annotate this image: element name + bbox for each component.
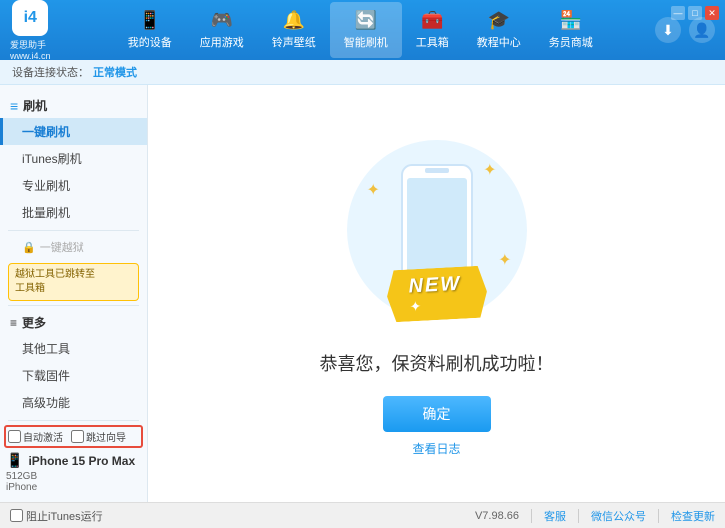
- sparkle-icon-1: ✦: [483, 160, 496, 180]
- wechat-link[interactable]: 微信公众号: [591, 508, 646, 524]
- main-navigation: 📱 我的设备 🎮 应用游戏 🔔 铃声壁纸 🔄 智能刷机 🧰 工具箱 🎓 教程中心…: [66, 2, 655, 58]
- sidebar-item-batch-flash[interactable]: 批量刷机: [0, 199, 147, 226]
- auto-activate-label: 自动激活: [23, 429, 63, 444]
- itunes-checkbox-input[interactable]: [10, 509, 23, 522]
- nav-tutorials[interactable]: 🎓 教程中心: [463, 2, 535, 58]
- itunes-checkbox[interactable]: 阻止iTunes运行: [10, 508, 103, 524]
- status-bar-left: 阻止iTunes运行: [10, 508, 465, 524]
- sparkle-icon-2: ✦: [367, 180, 380, 200]
- app-logo: i4 爱思助手 www.i4.cn: [10, 0, 51, 61]
- logo-icon-text: i4: [24, 9, 37, 27]
- view-log-link[interactable]: 查看日志: [412, 440, 460, 457]
- nav-ringtones[interactable]: 🔔 铃声壁纸: [258, 2, 330, 58]
- sidebar-divider-2: [8, 305, 139, 306]
- flash-section-icon: ≡: [10, 98, 18, 114]
- sidebar: ≡ 刷机 一键刷机 iTunes刷机 专业刷机 批量刷机 🔒 一键越狱 越狱工具…: [0, 85, 148, 502]
- nav-tutorials-label: 教程中心: [477, 34, 521, 50]
- more-section-label: 更多: [22, 314, 46, 331]
- auto-backup-input[interactable]: [71, 430, 84, 443]
- device-storage: 512GB: [0, 471, 147, 482]
- smart-flash-icon: 🔄: [355, 10, 377, 31]
- new-badge: NEW ✦: [387, 268, 487, 320]
- sidebar-divider-1: [8, 230, 139, 231]
- logo-subtext: 爱思助手 www.i4.cn: [10, 38, 51, 61]
- auto-backup-label: 跳过向导: [86, 429, 126, 444]
- new-badge-text: NEW: [407, 273, 461, 298]
- device-type: iPhone: [0, 482, 147, 493]
- nav-service[interactable]: 🏪 务员商城: [535, 2, 607, 58]
- nav-toolbox-label: 工具箱: [416, 34, 449, 50]
- nav-ringtones-label: 铃声壁纸: [272, 34, 316, 50]
- service-icon: 🏪: [560, 10, 582, 31]
- auto-checkboxes: 自动激活 跳过向导: [8, 429, 139, 444]
- success-illustration: ✦ ✦ ✦ NEW ✦: [337, 130, 537, 330]
- nav-my-device-label: 我的设备: [128, 34, 172, 50]
- nav-apps-label: 应用游戏: [200, 34, 244, 50]
- device-info: 📱 iPhone 15 Pro Max: [0, 450, 147, 471]
- device-name: iPhone 15 Pro Max: [28, 454, 135, 468]
- sidebar-item-itunes-flash[interactable]: iTunes刷机: [0, 145, 147, 172]
- ringtones-icon: 🔔: [283, 10, 305, 31]
- server-link[interactable]: 客服: [544, 508, 566, 524]
- tutorials-icon: 🎓: [488, 10, 510, 31]
- device-phone-icon: 📱: [6, 452, 23, 469]
- status-bar: 阻止iTunes运行 V7.98.66 客服 微信公众号 检查更新: [0, 502, 725, 528]
- auto-activate-input[interactable]: [8, 430, 21, 443]
- my-device-icon: 📱: [139, 10, 161, 31]
- sidebar-flash-header: ≡ 刷机: [0, 93, 147, 118]
- header-right-controls: ⬇ 👤: [655, 17, 715, 43]
- sidebar-item-pro-flash[interactable]: 专业刷机: [0, 172, 147, 199]
- auto-activate-checkbox[interactable]: 自动激活: [8, 429, 63, 444]
- lock-icon: 🔒: [22, 241, 36, 254]
- toolbox-icon: 🧰: [421, 10, 443, 31]
- download-button[interactable]: ⬇: [655, 17, 681, 43]
- divider-1: [531, 509, 532, 523]
- user-button[interactable]: 👤: [689, 17, 715, 43]
- close-button[interactable]: ✕: [705, 6, 719, 20]
- check-update-link[interactable]: 检查更新: [671, 508, 715, 524]
- status-bar-right: V7.98.66 客服 微信公众号 检查更新: [475, 508, 715, 524]
- sidebar-item-one-click-flash[interactable]: 一键刷机: [0, 118, 147, 145]
- flash-section-label: 刷机: [23, 97, 47, 114]
- sidebar-jailbreak-notice: 越狱工具已跳转至工具箱: [8, 263, 139, 301]
- breadcrumb-prefix: 设备连接状态：: [12, 64, 89, 80]
- sidebar-item-other-tools[interactable]: 其他工具: [0, 335, 147, 362]
- itunes-label: 阻止iTunes运行: [26, 508, 103, 524]
- nav-smart-flash-label: 智能刷机: [344, 34, 388, 50]
- more-section-icon: ≡: [10, 316, 17, 330]
- minimize-button[interactable]: —: [671, 6, 685, 20]
- maximize-button[interactable]: □: [688, 6, 702, 20]
- auto-backup-checkbox[interactable]: 跳过向导: [71, 429, 126, 444]
- sparkle-icon-3: ✦: [498, 250, 511, 270]
- breadcrumb: 设备连接状态： 正常模式: [0, 60, 725, 85]
- nav-toolbox[interactable]: 🧰 工具箱: [402, 2, 463, 58]
- apps-icon: 🎮: [211, 10, 233, 31]
- success-message: 恭喜您，保资料刷机成功啦！: [320, 350, 554, 376]
- divider-2: [578, 509, 579, 523]
- nav-apps-games[interactable]: 🎮 应用游戏: [186, 2, 258, 58]
- breadcrumb-status: 正常模式: [93, 64, 137, 80]
- auto-options-box: 自动激活 跳过向导: [4, 425, 143, 448]
- nav-my-device[interactable]: 📱 我的设备: [114, 2, 186, 58]
- version-label: V7.98.66: [475, 510, 519, 522]
- sidebar-divider-3: [8, 420, 139, 421]
- sidebar-item-jailbreak-disabled: 🔒 一键越狱: [0, 235, 147, 259]
- sidebar-item-advanced[interactable]: 高级功能: [0, 389, 147, 416]
- sidebar-item-download-firmware[interactable]: 下载固件: [0, 362, 147, 389]
- nav-smart-flash[interactable]: 🔄 智能刷机: [330, 2, 402, 58]
- sidebar-more-header: ≡ 更多: [0, 310, 147, 335]
- main-content: ✦ ✦ ✦ NEW ✦ 恭喜您，保资料刷机成功啦！ 确定 查看日志: [148, 85, 725, 502]
- confirm-button[interactable]: 确定: [383, 396, 491, 432]
- divider-3: [658, 509, 659, 523]
- nav-service-label: 务员商城: [549, 34, 593, 50]
